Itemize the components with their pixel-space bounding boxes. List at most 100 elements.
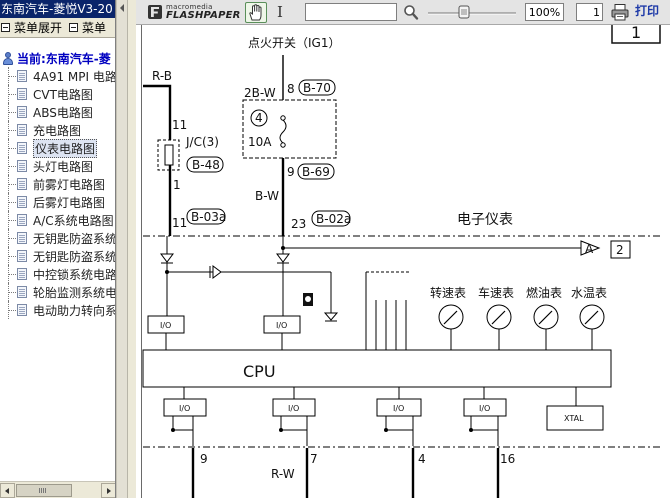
io-label-5: I/O <box>393 404 404 413</box>
pin-8: 8 <box>287 82 295 96</box>
zoom-field[interactable] <box>525 3 564 21</box>
document-title: 东南汽车-菱悦V3-20 <box>1 2 113 16</box>
scroll-right-icon[interactable] <box>101 483 115 498</box>
xtal-label: XTAL <box>564 414 584 423</box>
tree-item[interactable]: 无钥匙防盗系统 <box>0 229 116 247</box>
document-icon <box>17 70 27 82</box>
zoom-slider[interactable] <box>426 3 518 22</box>
tree-item-label: ABS电路图 <box>33 105 93 120</box>
tree-item[interactable]: A/C系统电路图 <box>0 211 115 229</box>
expand-menu-button[interactable]: 菜单展开 <box>1 19 62 36</box>
wire-color-rw: R-W <box>271 467 295 481</box>
fuse-number: 4 <box>255 111 263 125</box>
io-label-3: I/O <box>179 404 190 413</box>
gauge-label-fuel: 燃油表 <box>526 285 562 300</box>
page-number-field[interactable] <box>576 3 603 21</box>
collapse-menu-button[interactable]: 菜单 <box>69 19 106 36</box>
logo-product: FLASHPAPER <box>166 9 241 21</box>
tree-item[interactable]: ABS电路图 <box>0 103 115 121</box>
document-icon <box>17 214 27 226</box>
led <box>323 312 339 321</box>
horizontal-scrollbar[interactable] <box>0 481 115 498</box>
pin-9-bottom: 9 <box>200 452 208 466</box>
search-button[interactable] <box>403 4 419 21</box>
tree-item-label: CVT电路图 <box>33 87 93 102</box>
document-icon <box>17 124 27 136</box>
connector-b69: B-69 <box>302 165 330 179</box>
fuse-terminal-top <box>280 115 286 121</box>
splitter-track <box>128 0 136 498</box>
tree-root[interactable]: 当前:东南汽车-菱 <box>0 50 115 67</box>
tree-item[interactable]: 前雾灯电路图 <box>0 175 115 193</box>
tree-item-label: 仪表电路图 <box>33 138 98 158</box>
expand-menu-label: 菜单展开 <box>14 21 63 35</box>
tree-item[interactable]: 电动助力转向系 <box>0 301 115 319</box>
magnifier-icon <box>404 5 419 20</box>
tree-item[interactable]: 头灯电路图 <box>0 157 115 175</box>
document-page: 1 点火开关（IG1） R-B 11 J/C(3) B-48 1 11 B-03… <box>141 25 670 498</box>
zoom-slider-thumb[interactable] <box>458 5 470 19</box>
instrument-cluster-label: 电子仪表 <box>457 212 513 228</box>
menu-toolbar: 菜单展开 菜单 <box>0 18 115 38</box>
io-label-4: I/O <box>288 404 299 413</box>
offpage-page: 2 <box>616 243 624 257</box>
junction-label: J/C(3) <box>185 135 219 149</box>
tree-item-label: 后雾灯电路图 <box>33 195 106 210</box>
pin-16-bottom: 16 <box>500 452 515 466</box>
tree-item-label: 无钥匙防盗系统 <box>33 231 116 246</box>
pin-9: 9 <box>287 165 295 179</box>
diode-2 <box>212 265 222 279</box>
connector-b48: B-48 <box>192 158 220 172</box>
tree-item-label: 前雾灯电路图 <box>33 177 106 192</box>
text-cursor-icon: I <box>277 3 283 21</box>
tree-item-label: 头灯电路图 <box>33 159 94 174</box>
pin-4-bottom: 4 <box>418 452 426 466</box>
connector-b02a: B-02a <box>316 212 351 226</box>
scroll-left-icon[interactable] <box>0 483 15 498</box>
tree-item[interactable]: 中控锁系统电路 <box>0 265 116 283</box>
io-label-6: I/O <box>479 404 490 413</box>
hand-tool-button[interactable] <box>245 2 267 23</box>
tree-item[interactable]: 仪表电路图 <box>0 138 115 158</box>
document-icon <box>17 160 27 172</box>
diode-1 <box>160 253 174 263</box>
print-button[interactable] <box>610 3 630 22</box>
navigation-pane: 东南汽车-菱悦V3-20 菜单展开 菜单 当前:东南汽车-菱 4A91 MPI … <box>0 0 116 498</box>
wire-color-2bw: 2B-W <box>244 86 276 100</box>
document-icon <box>17 232 27 244</box>
tree-item-label: 轮胎监测系统电 <box>33 285 116 300</box>
tree-item[interactable]: 充电路图 <box>0 121 115 139</box>
tree-item[interactable]: 4A91 MPI 电路 <box>0 67 115 85</box>
text-select-button[interactable]: I <box>272 3 288 22</box>
print-link[interactable]: 打印 <box>635 3 659 22</box>
tree-items: 4A91 MPI 电路 CVT电路图 ABS电路图 充电路图 仪表电路图 头灯电路图前雾灯… <box>0 67 116 319</box>
connector-b03a: B-03a <box>191 210 226 224</box>
document-icon <box>17 106 27 118</box>
tree-item-label: 中控锁系统电路 <box>33 267 116 282</box>
flashpaper-logo: macromedia FLASHPAPER <box>148 3 241 21</box>
gauge-label-speedometer: 车速表 <box>478 285 514 300</box>
document-icon <box>17 196 27 208</box>
document-title-bar: 东南汽车-菱悦V3-20 <box>0 0 115 18</box>
tree-item-label: 无钥匙防盗系统 <box>33 249 116 264</box>
connector-b70: B-70 <box>303 81 331 95</box>
instrument-wiring-diagram: 1 点火开关（IG1） R-B 11 J/C(3) B-48 1 11 B-03… <box>142 25 661 498</box>
tree-item[interactable]: 后雾灯电路图 <box>0 193 115 211</box>
tree-item[interactable]: CVT电路图 <box>0 85 115 103</box>
gauge-icons <box>438 304 605 350</box>
hand-icon <box>249 4 262 21</box>
tree-toggle-icon <box>1 23 10 32</box>
pane-splitter[interactable] <box>116 0 128 498</box>
tree-item[interactable]: 无钥匙防盗系统 <box>0 247 116 265</box>
document-icon <box>17 88 27 100</box>
pin-11-bottom: 11 <box>172 216 187 230</box>
fuse-box <box>242 99 337 159</box>
pin-11-top: 11 <box>172 118 187 132</box>
pin-1: 1 <box>173 178 181 192</box>
scrollbar-thumb[interactable] <box>16 484 72 497</box>
document-icon <box>17 142 27 154</box>
tree-item[interactable]: 轮胎监测系统电 <box>0 283 116 301</box>
wire-color-rb: R-B <box>152 69 172 83</box>
page-marker: 1 <box>631 25 641 42</box>
search-input[interactable] <box>305 3 397 21</box>
